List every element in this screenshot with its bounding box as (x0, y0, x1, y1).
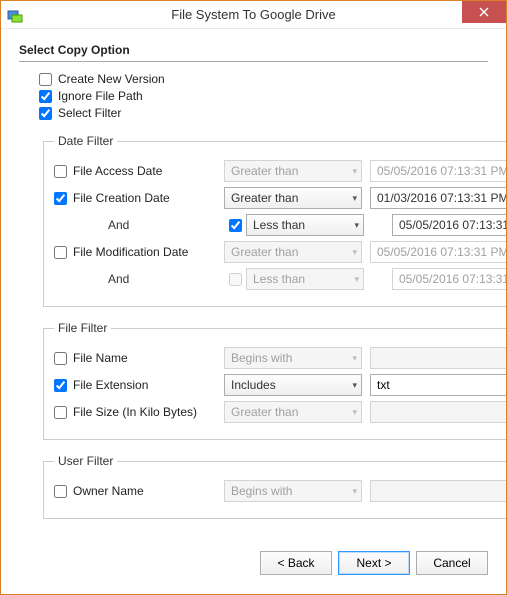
file-extension-row: File Extension Includes▾ (54, 373, 506, 397)
chevron-down-icon: ▾ (352, 193, 357, 204)
file-access-date-checkbox[interactable] (54, 165, 67, 178)
file-size-checkbox[interactable] (54, 406, 67, 419)
file-size-row: File Size (In Kilo Bytes) Greater than▾ (54, 400, 506, 424)
file-size-input[interactable] (370, 401, 506, 423)
file-name-row: File Name Begins with▾ (54, 346, 506, 370)
modification-and-checkbox[interactable] (229, 273, 242, 286)
file-creation-date-option[interactable]: File Creation Date (54, 191, 224, 205)
modification-and-row: And Less than▾ 05/05/2016 07:13:31 PM ▾ (54, 267, 506, 291)
divider (19, 61, 488, 62)
chevron-down-icon: ▾ (352, 247, 357, 258)
owner-name-operator[interactable]: Begins with▾ (224, 480, 362, 502)
dialog-window: File System To Google Drive Select Copy … (0, 0, 507, 595)
chevron-down-icon: ▾ (352, 166, 357, 177)
content-area: Select Copy Option Create New Version Ig… (1, 29, 506, 546)
owner-name-label: Owner Name (73, 484, 144, 498)
file-name-option[interactable]: File Name (54, 351, 224, 365)
file-access-date-option[interactable]: File Access Date (54, 164, 224, 178)
file-name-operator[interactable]: Begins with▾ (224, 347, 362, 369)
file-filter-legend: File Filter (54, 321, 111, 335)
select-filter-checkbox[interactable] (39, 107, 52, 120)
file-name-checkbox[interactable] (54, 352, 67, 365)
window-title: File System To Google Drive (1, 7, 506, 22)
cancel-button[interactable]: Cancel (416, 551, 488, 575)
file-modification-date-option[interactable]: File Modification Date (54, 245, 224, 259)
file-name-input[interactable] (370, 347, 506, 369)
ignore-file-path-option[interactable]: Ignore File Path (39, 89, 488, 103)
file-modification-date-value[interactable]: 05/05/2016 07:13:31 PM ▾ (370, 241, 506, 263)
close-icon (479, 7, 489, 17)
section-title: Select Copy Option (19, 43, 488, 57)
creation-and-row: And Less than▾ 05/05/2016 07:13:31 PM ▾ (54, 213, 506, 237)
file-size-operator[interactable]: Greater than▾ (224, 401, 362, 423)
owner-name-row: Owner Name Begins with▾ (54, 479, 506, 503)
file-name-label: File Name (73, 351, 128, 365)
creation-and-operator[interactable]: Less than▾ (246, 214, 364, 236)
file-extension-operator[interactable]: Includes▾ (224, 374, 362, 396)
file-access-date-value[interactable]: 05/05/2016 07:13:31 PM ▾ (370, 160, 506, 182)
file-access-date-operator[interactable]: Greater than▾ (224, 160, 362, 182)
chevron-down-icon: ▾ (354, 274, 359, 285)
file-extension-label: File Extension (73, 378, 148, 392)
file-extension-checkbox[interactable] (54, 379, 67, 392)
file-extension-option[interactable]: File Extension (54, 378, 224, 392)
back-button[interactable]: < Back (260, 551, 332, 575)
titlebar: File System To Google Drive (1, 1, 506, 29)
file-creation-date-row: File Creation Date Greater than▾ 01/03/2… (54, 186, 506, 210)
button-bar: < Back Next > Cancel (1, 546, 506, 594)
file-filter-group: File Filter File Name Begins with▾ (43, 321, 506, 440)
date-filter-group: Date Filter File Access Date Greater tha… (43, 134, 506, 307)
file-creation-date-value[interactable]: 01/03/2016 07:13:31 PM ▾ (370, 187, 506, 209)
next-button[interactable]: Next > (338, 551, 410, 575)
close-button[interactable] (462, 1, 506, 23)
modification-and-value[interactable]: 05/05/2016 07:13:31 PM ▾ (392, 268, 506, 290)
file-modification-date-checkbox[interactable] (54, 246, 67, 259)
select-filter-label: Select Filter (58, 106, 121, 120)
file-creation-date-label: File Creation Date (73, 191, 170, 205)
ignore-file-path-checkbox[interactable] (39, 90, 52, 103)
creation-and-checkbox[interactable] (229, 219, 242, 232)
chevron-down-icon: ▾ (352, 380, 357, 391)
create-new-version-checkbox[interactable] (39, 73, 52, 86)
file-modification-date-label: File Modification Date (73, 245, 188, 259)
file-size-option[interactable]: File Size (In Kilo Bytes) (54, 405, 224, 419)
chevron-down-icon: ▾ (352, 407, 357, 418)
file-size-label: File Size (In Kilo Bytes) (73, 405, 197, 419)
file-extension-input[interactable] (370, 374, 506, 396)
owner-name-checkbox[interactable] (54, 485, 67, 498)
owner-name-option[interactable]: Owner Name (54, 484, 224, 498)
creation-and-value[interactable]: 05/05/2016 07:13:31 PM ▾ (392, 214, 506, 236)
user-filter-legend: User Filter (54, 454, 117, 468)
app-icon (7, 7, 23, 23)
create-new-version-label: Create New Version (58, 72, 165, 86)
creation-and-label: And (54, 218, 224, 232)
chevron-down-icon: ▾ (354, 220, 359, 231)
file-creation-date-operator[interactable]: Greater than▾ (224, 187, 362, 209)
owner-name-input[interactable] (370, 480, 506, 502)
file-modification-date-operator[interactable]: Greater than▾ (224, 241, 362, 263)
file-creation-date-checkbox[interactable] (54, 192, 67, 205)
file-modification-date-row: File Modification Date Greater than▾ 05/… (54, 240, 506, 264)
chevron-down-icon: ▾ (352, 486, 357, 497)
modification-and-label: And (54, 272, 224, 286)
modification-and-operator[interactable]: Less than▾ (246, 268, 364, 290)
ignore-file-path-label: Ignore File Path (58, 89, 143, 103)
file-access-date-row: File Access Date Greater than▾ 05/05/201… (54, 159, 506, 183)
select-filter-option[interactable]: Select Filter (39, 106, 488, 120)
create-new-version-option[interactable]: Create New Version (39, 72, 488, 86)
user-filter-group: User Filter Owner Name Begins with▾ (43, 454, 506, 519)
file-access-date-label: File Access Date (73, 164, 162, 178)
date-filter-legend: Date Filter (54, 134, 117, 148)
chevron-down-icon: ▾ (352, 353, 357, 364)
